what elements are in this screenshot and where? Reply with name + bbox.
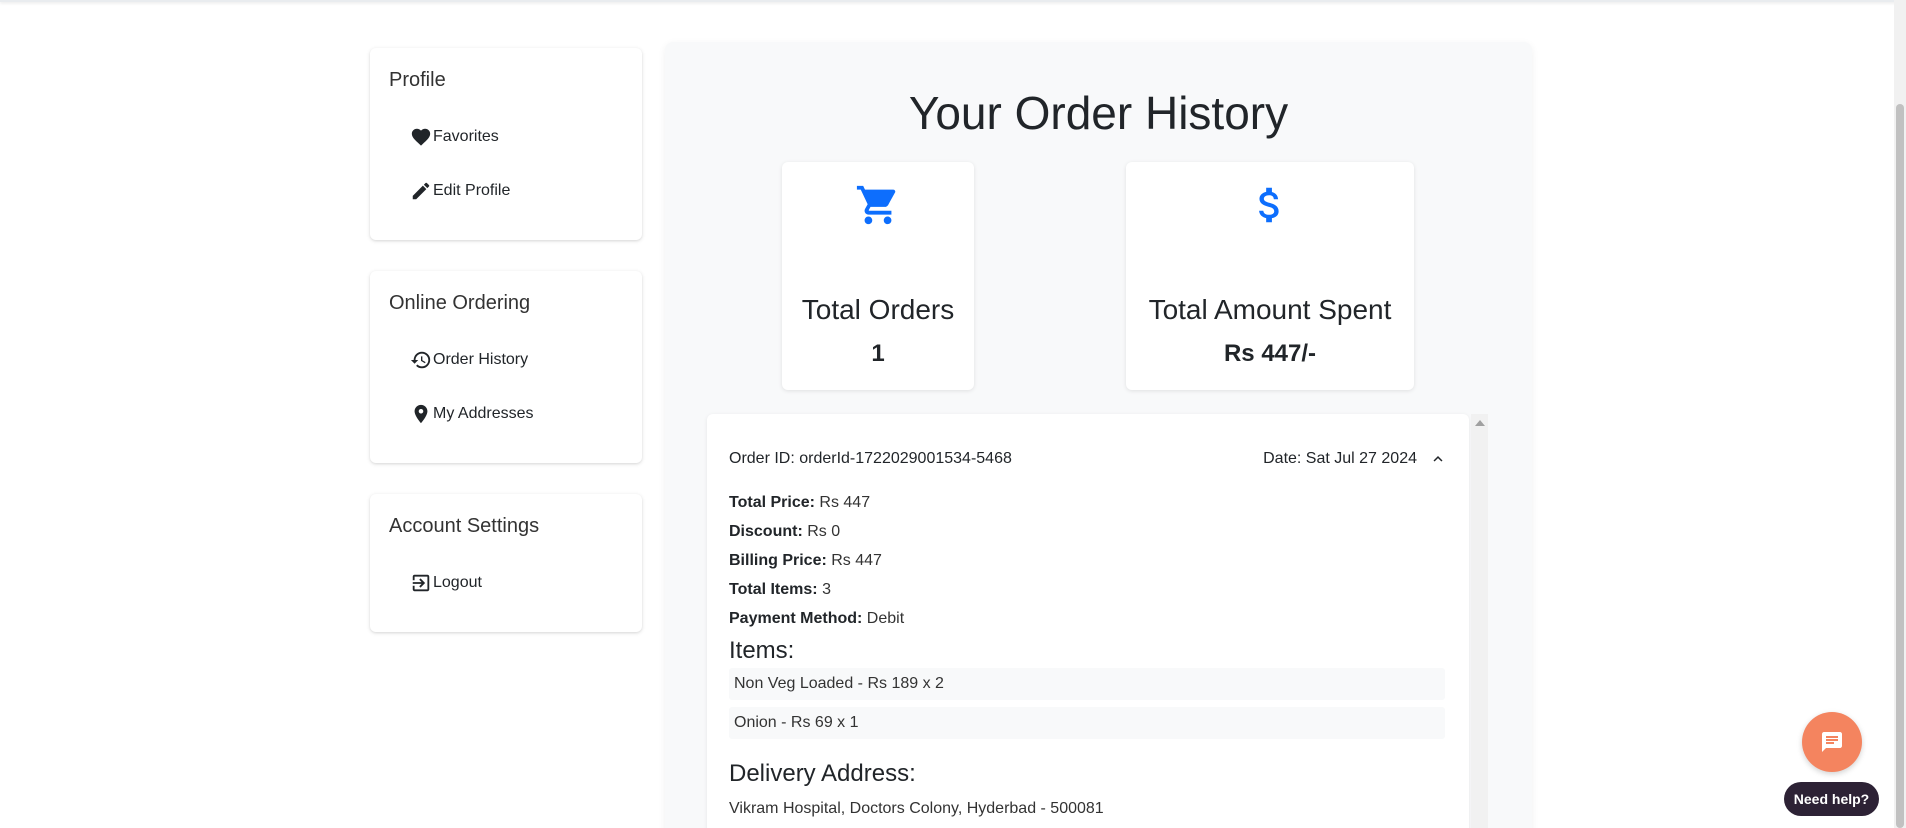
detail-label: Total Items: xyxy=(729,581,818,598)
chevron-up-icon[interactable] xyxy=(1429,450,1447,468)
sidebar-item-label: Favorites xyxy=(433,128,499,145)
top-navbar-edge xyxy=(0,0,1906,2)
sidebar-item-edit-profile[interactable]: Edit Profile xyxy=(410,180,510,202)
sidebar-item-logout[interactable]: Logout xyxy=(410,572,482,594)
cart-icon xyxy=(782,182,974,233)
detail-discount: Discount: Rs 0 xyxy=(729,523,840,541)
delivery-address: Vikram Hospital, Doctors Colony, Hyderba… xyxy=(729,800,1104,817)
detail-total-price: Total Price: Rs 447 xyxy=(729,494,870,512)
total-spent-card: Total Amount Spent Rs 447/- xyxy=(1126,162,1414,390)
detail-billing-price: Billing Price: Rs 447 xyxy=(729,552,882,570)
detail-label: Total Price: xyxy=(729,494,815,511)
detail-value: Rs 0 xyxy=(807,523,841,540)
detail-value: 3 xyxy=(822,581,831,598)
account-settings-card: Account Settings Logout xyxy=(370,494,642,632)
sidebar-item-label: Order History xyxy=(433,351,529,368)
heart-icon xyxy=(411,128,431,146)
page-scrollbar[interactable] xyxy=(1894,0,1906,828)
order-id: Order ID: orderId-1722029001534-5468 xyxy=(729,450,1012,467)
profile-card: Profile Favorites Edit Profile xyxy=(370,48,642,240)
page-title: Your Order History xyxy=(908,87,1289,139)
order-list[interactable]: Order ID: orderId-1722029001534-5468 Dat… xyxy=(707,414,1488,828)
total-spent-label: Total Amount Spent xyxy=(1148,294,1392,325)
detail-total-items: Total Items: 3 xyxy=(729,581,831,599)
detail-value: Rs 447 xyxy=(819,494,871,511)
order-list-scrollbar[interactable] xyxy=(1471,414,1488,828)
chat-bubble-icon xyxy=(1822,732,1842,752)
total-spent-value: Rs 447/- xyxy=(1223,340,1317,367)
sidebar-item-order-history[interactable]: Order History xyxy=(410,349,528,371)
sidebar-item-label: Logout xyxy=(433,574,482,591)
detail-value: Rs 447 xyxy=(831,552,882,569)
detail-value: Debit xyxy=(866,610,905,627)
online-ordering-title: Online Ordering xyxy=(389,292,531,314)
sidebar-item-label: My Addresses xyxy=(433,405,534,422)
page-scrollbar-thumb[interactable] xyxy=(1896,104,1904,828)
sidebar-item-label: Edit Profile xyxy=(433,182,511,199)
order-history-panel: Your Order History Total Orders 1 Total … xyxy=(665,42,1532,828)
order-date: Date: Sat Jul 27 2024 xyxy=(1263,450,1417,467)
account-settings-title: Account Settings xyxy=(389,515,540,537)
chat-button[interactable] xyxy=(1802,712,1862,772)
items-heading: Items: xyxy=(729,637,795,664)
delivery-address-heading: Delivery Address: xyxy=(729,760,916,787)
sidebar-item-my-addresses[interactable]: My Addresses xyxy=(410,403,533,425)
list-item: Onion - Rs 69 x 1 xyxy=(729,707,1445,739)
scroll-up-arrow-icon[interactable] xyxy=(1475,420,1485,426)
detail-payment-method: Payment Method: Debit xyxy=(729,610,904,628)
need-help-button[interactable]: Need help? xyxy=(1784,782,1879,816)
profile-title: Profile xyxy=(389,69,446,91)
pencil-icon xyxy=(412,182,430,200)
detail-label: Payment Method: xyxy=(729,610,863,627)
total-orders-label: Total Orders xyxy=(801,294,955,325)
order-card: Order ID: orderId-1722029001534-5468 Dat… xyxy=(707,414,1469,828)
detail-label: Billing Price: xyxy=(729,552,827,569)
total-orders-card: Total Orders 1 xyxy=(782,162,974,390)
dollar-icon xyxy=(1126,182,1414,233)
online-ordering-card: Online Ordering Order History My Address… xyxy=(370,271,642,463)
total-orders-value: 1 xyxy=(871,340,885,367)
sidebar-item-favorites[interactable]: Favorites xyxy=(410,126,499,148)
location-pin-icon xyxy=(414,404,428,424)
logout-icon xyxy=(412,574,430,592)
list-item: Non Veg Loaded - Rs 189 x 2 xyxy=(729,668,1445,700)
detail-label: Discount: xyxy=(729,523,803,540)
history-icon xyxy=(410,351,431,369)
